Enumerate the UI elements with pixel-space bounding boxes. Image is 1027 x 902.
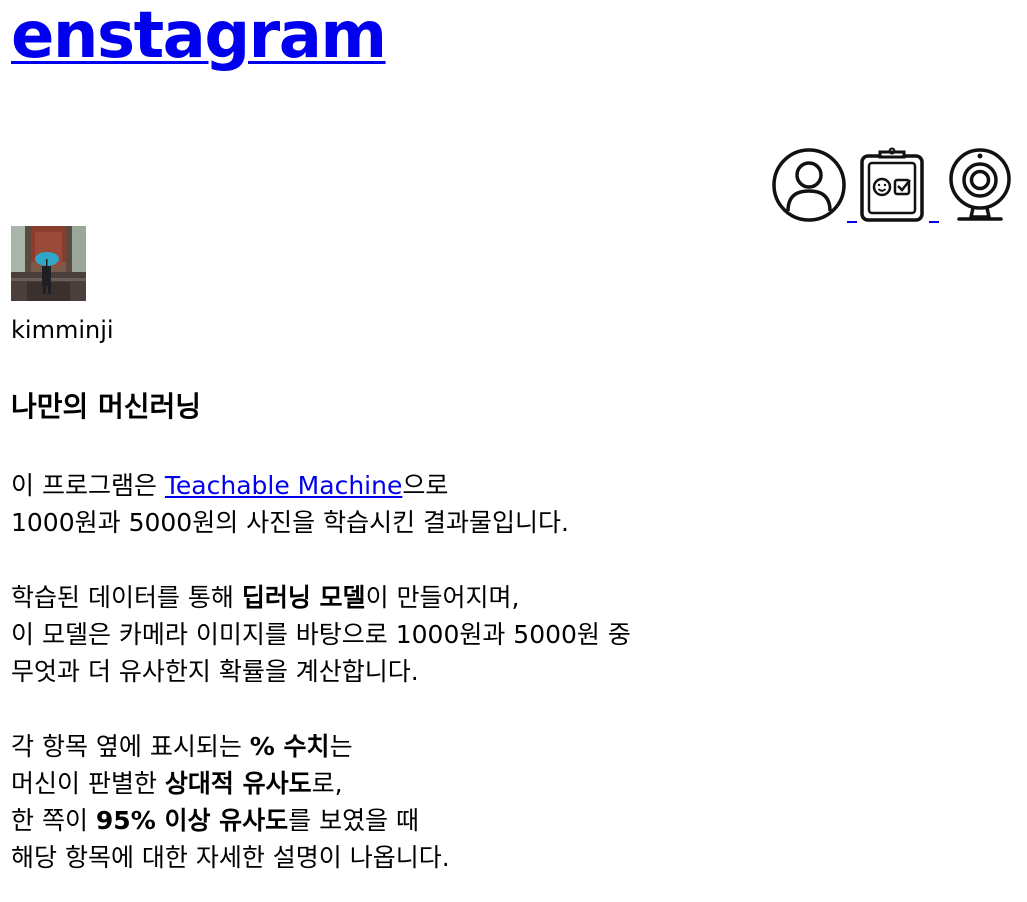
- user-circle-icon: [772, 148, 846, 222]
- text-span: 이 만들어지며,: [365, 583, 520, 612]
- page-title: 나만의 머신러닝: [11, 390, 202, 423]
- camera-link[interactable]: [947, 147, 1013, 223]
- text-span: 는: [329, 732, 353, 761]
- text-span: 이 모델은 카메라 이미지를 바탕으로 1000원과 5000원 중: [11, 620, 631, 649]
- nav-link-underline: [929, 221, 939, 223]
- text-span: 를 보였을 때: [288, 806, 420, 835]
- text-span: 해당 항목에 대한 자세한 설명이 나옵니다.: [11, 843, 450, 872]
- text-span: 무엇과 더 유사한지 확률을 계산합니다.: [11, 657, 419, 686]
- bold-text: 95% 이상 유사도: [95, 806, 289, 835]
- text-span: 로,: [311, 769, 343, 798]
- umbrella-photo-thumbnail: [11, 226, 86, 301]
- bold-text: 상대적 유사도: [164, 769, 312, 798]
- nav-link-underline: [847, 221, 857, 223]
- bold-text: 딥러닝 모델: [241, 583, 366, 612]
- text-span: 한 쪽이: [11, 806, 96, 835]
- text-span: 이 프로그램은: [11, 471, 165, 500]
- similarity-paragraph: 각 항목 옆에 표시되는 % 수치는 머신이 판별한 상대적 유사도로, 한 쪽…: [11, 728, 450, 876]
- text-span: 으로: [402, 471, 449, 500]
- avatar[interactable]: [11, 226, 86, 301]
- logo-link[interactable]: enstagram: [11, 0, 387, 73]
- text-span: 1000원과 5000원의 사진을 학습시킨 결과물입니다.: [11, 508, 569, 537]
- page: enstagram kimminji 나만의 머신러닝 이 프로그램은 Teac…: [0, 0, 1027, 902]
- model-paragraph: 학습된 데이터를 통해 딥러닝 모델이 만들어지며, 이 모델은 카메라 이미지…: [11, 579, 631, 690]
- webcam-icon: [949, 148, 1011, 221]
- teachable-machine-link[interactable]: Teachable Machine: [165, 471, 402, 500]
- quiz-link[interactable]: [859, 147, 925, 223]
- clipboard-face-check-icon: [860, 147, 924, 222]
- username: kimminji: [11, 316, 114, 344]
- site-logo: enstagram: [11, 0, 387, 80]
- bold-text: % 수치: [249, 732, 330, 761]
- intro-paragraph: 이 프로그램은 Teachable Machine으로 1000원과 5000원…: [11, 467, 569, 541]
- text-span: 학습된 데이터를 통해: [11, 583, 242, 612]
- text-span: 각 항목 옆에 표시되는: [11, 732, 250, 761]
- text-span: 머신이 판별한: [11, 769, 165, 798]
- nav-icon-bar: [771, 143, 1019, 223]
- profile-link[interactable]: [771, 147, 847, 223]
